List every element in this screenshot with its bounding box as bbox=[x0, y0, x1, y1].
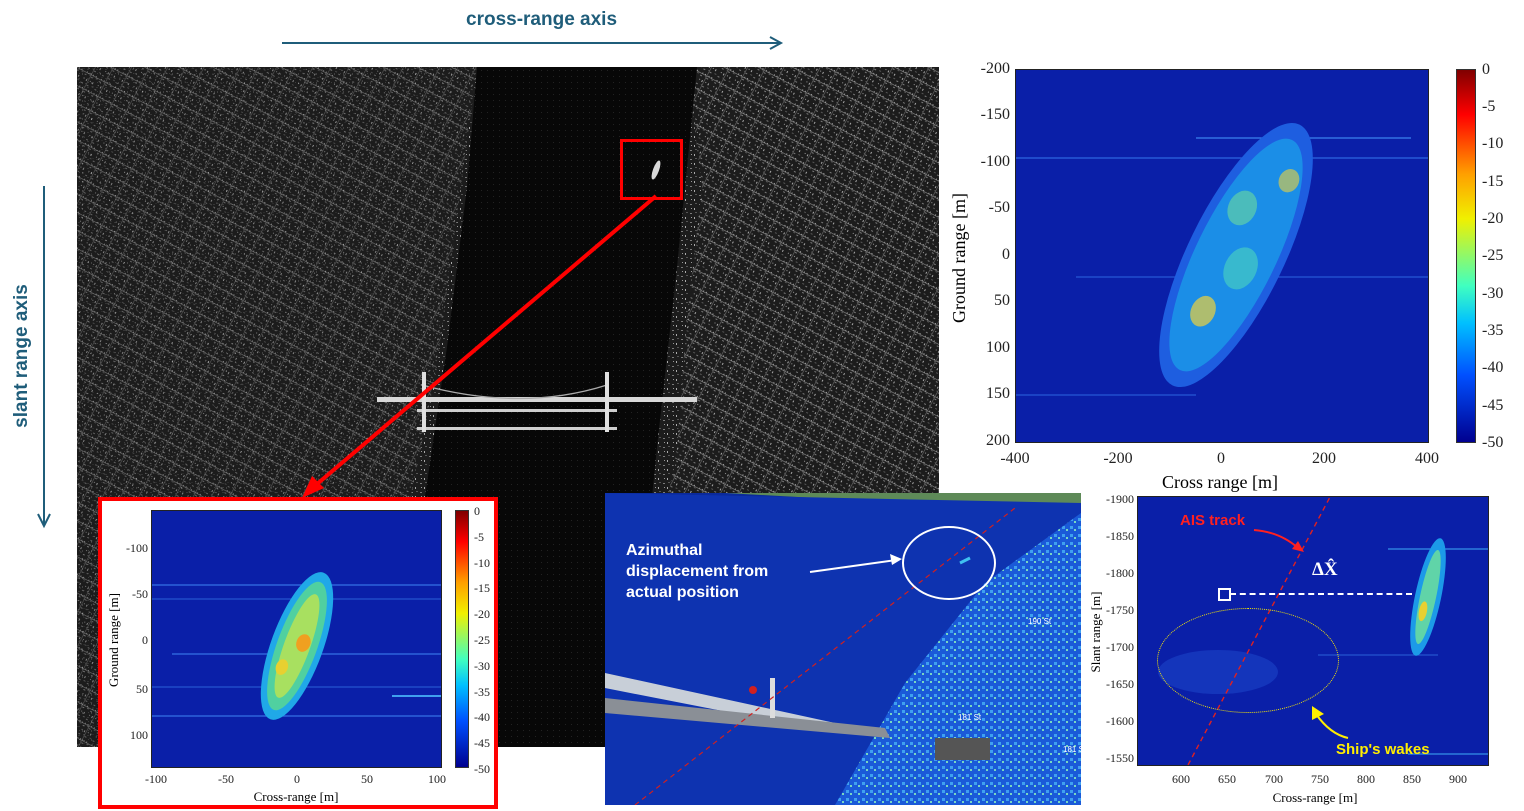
slant-ytick: -1850 bbox=[1106, 529, 1134, 543]
main-colorbar-tick: -45 bbox=[1482, 397, 1504, 414]
main-plot-xlabel: Cross range [m] bbox=[1162, 472, 1278, 492]
delta-x-label: ΔX̂ bbox=[1312, 559, 1338, 580]
ships-wakes-label: Ship's wakes bbox=[1336, 741, 1430, 758]
slant-ytick: -1550 bbox=[1106, 751, 1134, 765]
inset-ytick: -100 bbox=[126, 541, 148, 555]
ais-track-label: AIS track bbox=[1180, 512, 1246, 529]
displacement-ellipse bbox=[902, 526, 996, 600]
slant-ytick: -1600 bbox=[1106, 714, 1134, 728]
poi-label: 181 St bbox=[1063, 745, 1087, 754]
main-ytick: 150 bbox=[986, 385, 1010, 402]
cross-range-arrow bbox=[282, 36, 784, 50]
main-ytick: 50 bbox=[994, 292, 1010, 309]
azimuthal-displacement-annotation: Azimuthal displacement from actual posit… bbox=[626, 542, 769, 601]
slant-xtick: 700 bbox=[1265, 772, 1283, 786]
main-ytick: -100 bbox=[980, 153, 1010, 170]
main-ytick: 200 bbox=[986, 432, 1010, 449]
main-colorbar-tick: -10 bbox=[1482, 135, 1504, 152]
inset-plot-frame bbox=[151, 510, 442, 768]
slant-xtick: 750 bbox=[1311, 772, 1329, 786]
poi-label: 190 St bbox=[1028, 617, 1052, 626]
displacement-dashed-line bbox=[1230, 593, 1412, 595]
inset-xlabel: Cross-range [m] bbox=[253, 789, 339, 804]
inset-colorbar-tick: -15 bbox=[474, 581, 490, 595]
slant-ytick: -1800 bbox=[1106, 566, 1134, 580]
inset-colorbar-tick: -35 bbox=[474, 685, 490, 699]
wakes-ellipse bbox=[1157, 608, 1339, 713]
slant-xtick: 600 bbox=[1172, 772, 1190, 786]
main-xtick: 0 bbox=[1217, 450, 1225, 467]
main-ytick: 100 bbox=[986, 339, 1010, 356]
slant-xtick: 900 bbox=[1449, 772, 1467, 786]
main-xtick: 400 bbox=[1415, 450, 1439, 467]
inset-xtick: -100 bbox=[145, 772, 167, 786]
inset-xtick: 100 bbox=[428, 772, 446, 786]
main-colorbar-tick: -20 bbox=[1482, 210, 1504, 227]
inset-colorbar bbox=[455, 510, 469, 768]
main-colorbar-tick: 0 bbox=[1482, 61, 1490, 78]
main-colorbar-tick: -30 bbox=[1482, 285, 1504, 302]
slant-range-axis-label: slant range axis bbox=[11, 284, 32, 428]
inset-colorbar-tick: -10 bbox=[474, 556, 490, 570]
slant-xtick: 650 bbox=[1218, 772, 1236, 786]
slant-xtick: 850 bbox=[1403, 772, 1421, 786]
main-xtick: -200 bbox=[1103, 450, 1133, 467]
slant-xtick: 800 bbox=[1357, 772, 1375, 786]
inset-xtick: -50 bbox=[218, 772, 234, 786]
slant-xlabel: Cross-range [m] bbox=[1272, 790, 1358, 805]
main-colorbar-tick: -5 bbox=[1482, 98, 1496, 115]
inset-colorbar-tick: -20 bbox=[474, 607, 490, 621]
main-colorbar-tick: -15 bbox=[1482, 173, 1504, 190]
slant-ylabel: Slant range [m] bbox=[1088, 591, 1103, 673]
main-ytick: -50 bbox=[988, 199, 1010, 216]
main-ytick: -200 bbox=[980, 60, 1010, 77]
main-plot-ylabel: Ground range [m] bbox=[949, 193, 969, 323]
inset-xtick: 0 bbox=[294, 772, 300, 786]
slant-range-arrow bbox=[37, 186, 51, 529]
main-xtick: 200 bbox=[1312, 450, 1336, 467]
inset-colorbar-tick: -5 bbox=[474, 530, 484, 544]
inset-colorbar-tick: -30 bbox=[474, 659, 490, 673]
main-colorbar-tick: -25 bbox=[1482, 247, 1504, 264]
inset-xtick: 50 bbox=[361, 772, 373, 786]
inset-colorbar-tick: -40 bbox=[474, 710, 490, 724]
main-xtick: -400 bbox=[1000, 450, 1030, 467]
zoom-arrow bbox=[302, 194, 658, 498]
main-ytick: -150 bbox=[980, 106, 1010, 123]
main-colorbar bbox=[1456, 69, 1476, 443]
inset-colorbar-tick: 0 bbox=[474, 504, 480, 518]
wakes-arrow bbox=[1312, 706, 1349, 739]
main-ytick: 0 bbox=[1002, 246, 1010, 263]
inset-colorbar-tick: -25 bbox=[474, 633, 490, 647]
inset-ylabel: Ground range [m] bbox=[106, 593, 121, 687]
main-plot-frame bbox=[1015, 69, 1429, 443]
main-colorbar-tick: -50 bbox=[1482, 434, 1504, 451]
main-colorbar-tick: -35 bbox=[1482, 322, 1504, 339]
inset-colorbar-tick: -50 bbox=[474, 762, 490, 776]
cross-range-axis-label: cross-range axis bbox=[466, 9, 618, 30]
inset-colorbar-tick: -45 bbox=[474, 736, 490, 750]
poi-label: 181 St bbox=[958, 713, 982, 722]
main-colorbar-tick: -40 bbox=[1482, 359, 1504, 376]
ais-track-arrow bbox=[1253, 529, 1304, 552]
displacement-arrow bbox=[809, 554, 902, 573]
inset-ytick: 100 bbox=[130, 728, 148, 742]
slant-ytick: -1900 bbox=[1106, 492, 1134, 506]
